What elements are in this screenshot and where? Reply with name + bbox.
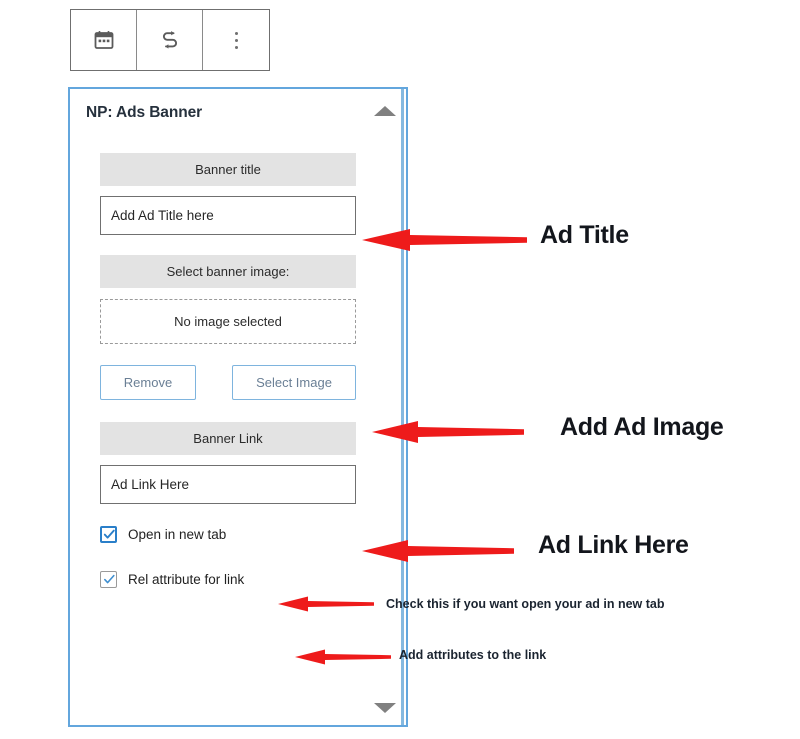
callout-arrow-ad-title xyxy=(362,222,527,263)
arrow-left-icon xyxy=(362,540,514,562)
scroll-up-arrow-icon[interactable] xyxy=(374,106,396,116)
block-toolbar xyxy=(70,9,270,71)
calendar-block-button[interactable] xyxy=(71,10,137,70)
scroll-down-arrow-icon[interactable] xyxy=(374,703,396,713)
checkmark-icon xyxy=(104,574,115,584)
annotation-new-tab-hint: Check this if you want open your ad in n… xyxy=(386,597,665,611)
panel-body: Banner title Select banner image: No ima… xyxy=(100,153,356,588)
checkmark-icon xyxy=(103,529,115,539)
ads-banner-settings-panel: NP: Ads Banner Banner title Select banne… xyxy=(68,87,408,727)
banner-title-input[interactable] xyxy=(100,196,356,235)
callout-arrow-add-ad-image xyxy=(372,414,524,455)
arrow-left-icon xyxy=(372,421,524,443)
more-options-button[interactable] xyxy=(203,10,269,70)
banner-title-label: Banner title xyxy=(100,153,356,186)
no-image-selected-placeholder: No image selected xyxy=(100,299,356,344)
transform-block-button[interactable] xyxy=(137,10,203,70)
annotation-add-ad-image: Add Ad Image xyxy=(560,413,724,441)
open-in-new-tab-row[interactable]: Open in new tab xyxy=(100,526,356,543)
annotation-ad-link-here: Ad Link Here xyxy=(538,531,689,559)
banner-link-input[interactable] xyxy=(100,465,356,504)
calendar-icon xyxy=(94,31,113,49)
panel-title: NP: Ads Banner xyxy=(86,104,203,121)
rel-attribute-row[interactable]: Rel attribute for link xyxy=(100,571,356,588)
annotation-ad-title: Ad Title xyxy=(540,221,629,249)
arrow-left-icon xyxy=(278,596,374,612)
rel-attribute-label: Rel attribute for link xyxy=(128,572,245,587)
annotation-rel-hint: Add attributes to the link xyxy=(399,648,547,662)
arrow-left-icon xyxy=(362,229,527,251)
rel-attribute-checkbox[interactable] xyxy=(100,571,117,588)
transform-icon xyxy=(162,31,177,49)
open-in-new-tab-checkbox[interactable] xyxy=(100,526,117,543)
select-banner-image-label: Select banner image: xyxy=(100,255,356,288)
media-button-row: Remove Select Image xyxy=(100,365,356,400)
banner-link-label: Banner Link xyxy=(100,422,356,455)
open-in-new-tab-label: Open in new tab xyxy=(128,527,227,542)
remove-button[interactable]: Remove xyxy=(100,365,196,400)
callout-arrow-rel-attribute xyxy=(295,645,391,674)
select-image-button[interactable]: Select Image xyxy=(232,365,356,400)
callout-arrow-new-tab xyxy=(278,592,374,621)
panel-scrollbar[interactable] xyxy=(401,89,404,725)
arrow-left-icon xyxy=(295,649,391,665)
more-options-icon xyxy=(234,31,238,49)
callout-arrow-ad-link xyxy=(362,533,514,574)
